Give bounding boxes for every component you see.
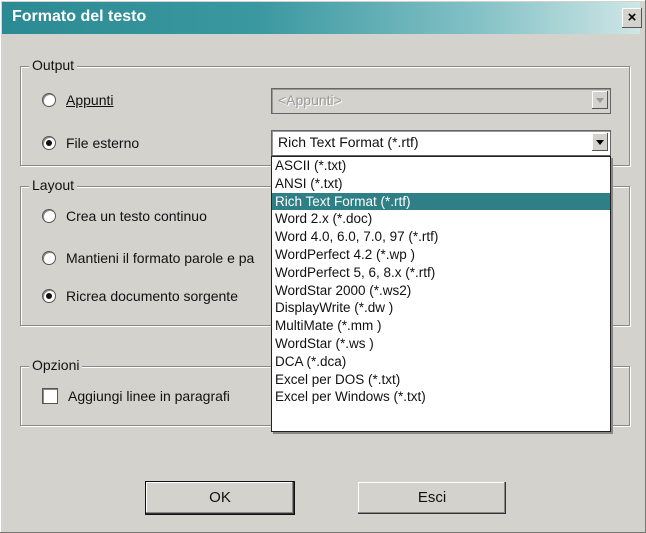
file-format-combo[interactable]: Rich Text Format (*.rtf) bbox=[271, 130, 611, 156]
dropdown-item[interactable]: WordStar 2000 (*.ws2) bbox=[272, 282, 610, 300]
appunti-combo: <Appunti> bbox=[271, 88, 611, 114]
ok-button[interactable]: OK bbox=[145, 481, 295, 515]
radio-appunti-indicator[interactable] bbox=[42, 93, 56, 107]
chevron-down-icon[interactable] bbox=[592, 133, 608, 151]
dropdown-item[interactable]: WordPerfect 5, 6, 8.x (*.rtf) bbox=[272, 264, 610, 282]
dropdown-item[interactable]: Word 2.x (*.doc) bbox=[272, 210, 610, 228]
dropdown-item[interactable]: ANSI (*.txt) bbox=[272, 175, 610, 193]
appunti-combo-value: <Appunti> bbox=[278, 92, 342, 108]
radio-mantieni-formato[interactable]: Mantieni il formato parole e pa bbox=[42, 250, 254, 266]
dropdown-item[interactable]: DisplayWrite (*.dw ) bbox=[272, 299, 610, 317]
output-group-label: Output bbox=[29, 57, 78, 73]
radio-appunti[interactable]: Appunti bbox=[42, 92, 113, 108]
opzioni-group-label: Opzioni bbox=[29, 357, 83, 373]
layout-group-label: Layout bbox=[29, 177, 78, 193]
dropdown-item[interactable]: Word 4.0, 6.0, 7.0, 97 (*.rtf) bbox=[272, 228, 610, 246]
dropdown-item[interactable]: MultiMate (*.mm ) bbox=[272, 317, 610, 335]
radio-crea-testo-continuo[interactable]: Crea un testo continuo bbox=[42, 208, 207, 224]
radio-ricrea-documento[interactable]: Ricrea documento sorgente bbox=[42, 288, 238, 304]
chevron-down-icon bbox=[592, 91, 608, 109]
radio-appunti-label: Appunti bbox=[66, 92, 114, 108]
file-format-combo-value: Rich Text Format (*.rtf) bbox=[278, 134, 419, 150]
dropdown-item[interactable]: Excel per Windows (*.txt) bbox=[272, 388, 610, 406]
dropdown-item[interactable]: Excel per DOS (*.txt) bbox=[272, 371, 610, 389]
format-dialog: Formato del testo × Output Appunti File … bbox=[0, 0, 646, 533]
radio-ricrea-indicator[interactable] bbox=[42, 289, 56, 303]
radio-file-esterno-indicator[interactable] bbox=[42, 136, 56, 150]
radio-file-esterno-label: File esterno bbox=[66, 135, 140, 151]
close-button[interactable]: × bbox=[622, 8, 642, 28]
title-bar: Formato del testo × bbox=[2, 2, 642, 34]
dropdown-item[interactable]: ASCII (*.txt) bbox=[272, 157, 610, 175]
radio-crea-label: Crea un testo continuo bbox=[66, 208, 207, 224]
checkbox-aggiungi-linee[interactable]: Aggiungi linee in paragrafi bbox=[42, 388, 230, 404]
radio-ricrea-label: Ricrea documento sorgente bbox=[66, 288, 238, 304]
dropdown-item[interactable]: DCA (*.dca) bbox=[272, 353, 610, 371]
radio-mantieni-indicator[interactable] bbox=[42, 251, 56, 265]
dialog-title: Formato del testo bbox=[12, 8, 147, 25]
radio-mantieni-label: Mantieni il formato parole e pa bbox=[66, 250, 255, 266]
esci-button[interactable]: Esci bbox=[358, 482, 506, 514]
checkbox-aggiungi-box[interactable] bbox=[42, 388, 58, 404]
dropdown-item[interactable]: Rich Text Format (*.rtf) bbox=[272, 192, 610, 211]
dropdown-item[interactable]: WordPerfect 4.2 (*.wp ) bbox=[272, 246, 610, 264]
radio-crea-indicator[interactable] bbox=[42, 209, 56, 223]
checkbox-aggiungi-label: Aggiungi linee in paragrafi bbox=[68, 388, 230, 404]
radio-file-esterno[interactable]: File esterno bbox=[42, 135, 139, 151]
dropdown-item[interactable]: WordStar (*.ws ) bbox=[272, 335, 610, 353]
file-format-dropdown-list[interactable]: ASCII (*.txt) ANSI (*.txt) Rich Text Forma… bbox=[271, 156, 611, 432]
